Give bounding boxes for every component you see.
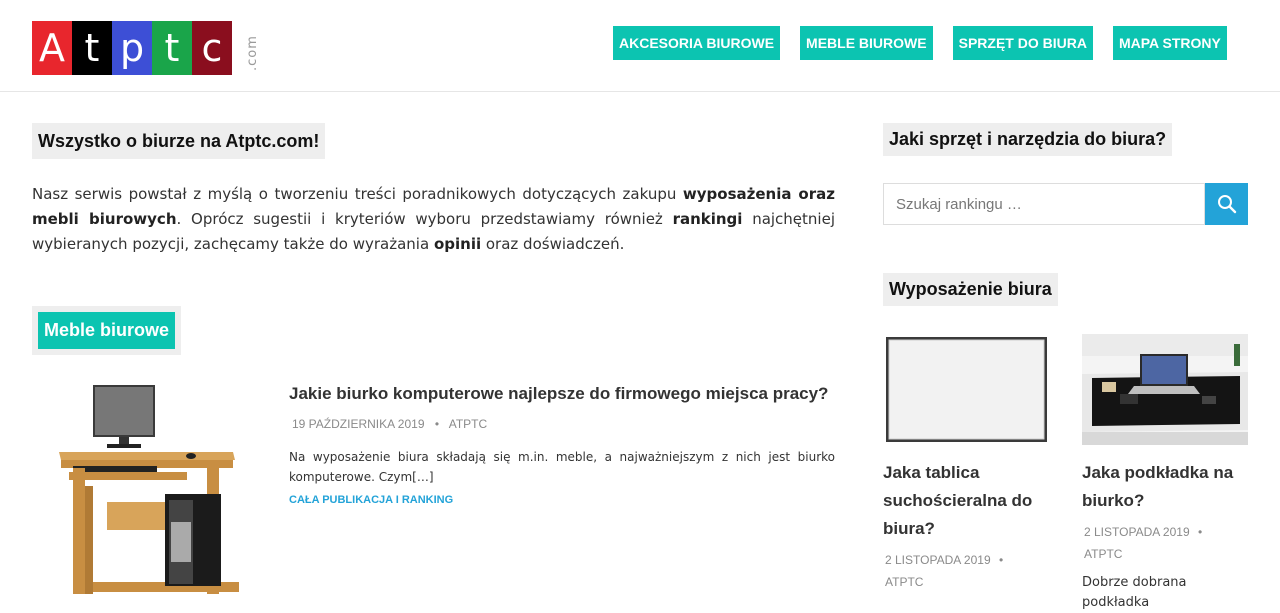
sidebar-post-meta: 2 LISTOPADA 2019 • ATPTC [883, 549, 1049, 593]
page-title: Wszystko o biurze na Atptc.com! [32, 123, 326, 159]
post-excerpt: Na wyposażenie biura składają się m.in. … [289, 450, 835, 484]
intro-bold: rankingi [672, 210, 743, 228]
post-date[interactable]: 19 PAŹDZIERNIKA 2019 [292, 417, 425, 431]
logo-letter: A [32, 21, 72, 75]
post-meta: 19 PAŹDZIERNIKA 2019 • ATPTC [292, 417, 487, 431]
category-heading: Meble biurowe [32, 306, 182, 355]
post-date[interactable]: 2 LISTOPADA 2019 [885, 553, 991, 567]
intro-part: Nasz serwis powstał z myślą o tworzeniu … [32, 185, 683, 203]
nav-item-meble[interactable]: MEBLE BIUROWE [800, 26, 933, 60]
post-author[interactable]: ATPTC [885, 575, 923, 589]
search-button[interactable] [1205, 183, 1248, 225]
desk-thumbnail[interactable] [57, 382, 262, 598]
site-header: A t p t c .com AKCESORIA BIUROWE MEBLE B… [0, 0, 1280, 92]
logo-letter: t [152, 21, 192, 75]
logo-suffix: .com [245, 35, 260, 71]
meta-separator: • [1197, 525, 1203, 539]
search-form [883, 183, 1248, 225]
sidebar-post-title-link[interactable]: Jaka tablica suchościeralna do biura? [883, 459, 1049, 543]
sidebar-post-card: Jaka tablica suchościeralna do biura? 2 … [883, 334, 1049, 593]
sidebar-equipment-title: Wyposażenie biura [883, 273, 1058, 306]
sidebar-post-title-link[interactable]: Jaka podkładka na biurko? [1082, 459, 1248, 515]
intro-part: oraz doświadczeń. [481, 235, 625, 253]
search-input[interactable] [883, 183, 1205, 225]
logo-letter: t [72, 21, 112, 75]
post-date[interactable]: 2 LISTOPADA 2019 [1084, 525, 1190, 539]
meta-separator: • [998, 553, 1004, 567]
logo-letter: c [192, 21, 232, 75]
desk-pad-thumbnail[interactable] [1082, 334, 1248, 445]
post-author[interactable]: ATPTC [1084, 547, 1122, 561]
read-more-link[interactable]: CAŁA PUBLIKACJA I RANKING [289, 494, 453, 506]
site-logo[interactable]: A t p t c .com [32, 21, 260, 75]
post-title-link[interactable]: Jakie biurko komputerowe najlepsze do fi… [289, 382, 835, 406]
intro-text: Nasz serwis powstał z myślą o tworzeniu … [32, 182, 835, 257]
main-nav: AKCESORIA BIUROWE MEBLE BIUROWE SPRZĘT D… [613, 26, 1227, 60]
nav-item-akcesoria[interactable]: AKCESORIA BIUROWE [613, 26, 781, 60]
category-link[interactable]: Meble biurowe [38, 312, 176, 349]
sidebar-post-excerpt: Dobrze dobrana podkładka [1082, 575, 1187, 610]
nav-item-mapa[interactable]: MAPA STRONY [1112, 26, 1227, 60]
sidebar-tools-title: Jaki sprzęt i narzędzia do biura? [883, 123, 1173, 156]
search-icon [1217, 195, 1236, 214]
intro-part: . Oprócz sugestii i kryteriów wyboru prz… [176, 210, 673, 228]
post-author[interactable]: ATPTC [449, 417, 487, 431]
whiteboard-thumbnail[interactable] [883, 334, 1049, 445]
intro-bold: opinii [433, 235, 482, 253]
sidebar-post-card: Jaka podkładka na biurko? 2 LISTOPADA 20… [1082, 334, 1248, 613]
nav-item-sprzet[interactable]: SPRZĘT DO BIURA [952, 26, 1093, 60]
logo-letter: p [112, 21, 152, 75]
meta-separator: • [434, 417, 440, 431]
sidebar-post-meta: 2 LISTOPADA 2019 • ATPTC [1082, 521, 1248, 565]
